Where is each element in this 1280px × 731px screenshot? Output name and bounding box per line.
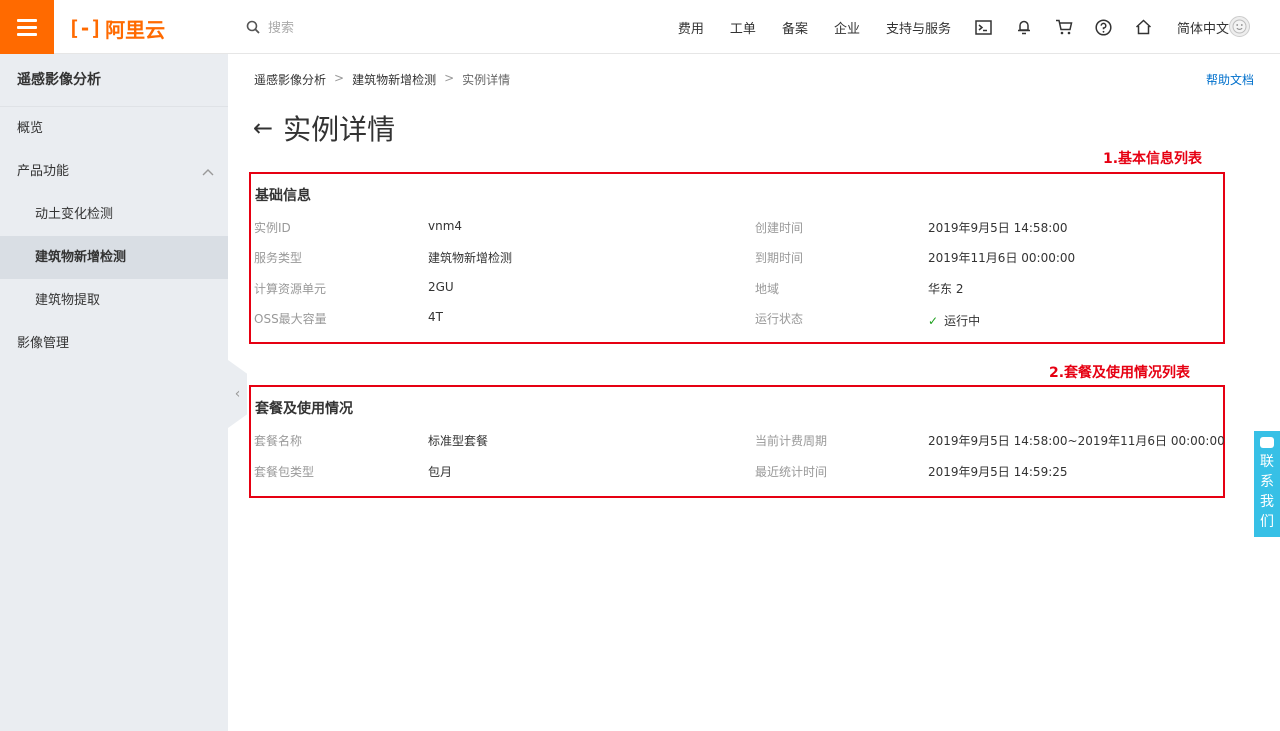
nav-icp[interactable]: 备案 [769,0,821,54]
search-box[interactable]: 搜索 [246,17,294,36]
sidebar-item-label: 建筑物新增检测 [35,250,127,265]
sidebar-item-land-change-detection[interactable]: 动土变化检测 [0,193,228,236]
contact-us-widget[interactable]: 联系我们 [1254,431,1280,537]
package-usage-title: 套餐及使用情况 [255,401,353,417]
compute-unit-key: 计算资源单元 [254,282,327,296]
top-navigation-bar: [-] 阿里云 搜索 费用 工单 备案 企业 支持与服务 简体中文 [0,0,1280,54]
sidebar: 遥感影像分析 概览 产品功能 动土变化检测 建筑物新增检测 建筑物提取 影像管理 [0,54,228,731]
sidebar-item-label: 影像管理 [17,336,70,351]
nav-support[interactable]: 支持与服务 [873,0,964,54]
basic-info-panel: 基础信息 实例ID vnm4 服务类型 建筑物新增检测 计算资源单元 2GU O… [249,172,1225,344]
sidebar-title: 遥感影像分析 [0,54,228,107]
breadcrumb-link-remote-sensing[interactable]: 遥感影像分析 [254,71,326,88]
oss-capacity-key: OSS最大容量 [254,312,327,326]
sidebar-item-label: 建筑物提取 [35,293,101,308]
sidebar-item-label: 产品功能 [17,164,70,179]
sidebar-item-label: 概览 [17,121,44,136]
package-type-value: 包月 [428,465,453,479]
hamburger-menu-icon[interactable] [0,0,54,54]
instance-id-key: 实例ID [254,221,291,235]
annotation-package-label: 2.套餐及使用情况列表 [1049,365,1191,381]
annotation-basic-info-label: 1.基本信息列表 [1103,151,1203,167]
home-icon[interactable] [1124,0,1164,54]
run-status-text: 运行中 [944,314,981,328]
help-docs-link[interactable]: 帮助文档 [1206,71,1254,88]
bell-icon[interactable] [1004,0,1044,54]
compute-unit-value: 2GU [428,280,454,294]
page-title: 实例详情 [283,113,396,146]
run-status-key: 运行状态 [755,312,804,326]
nav-enterprise[interactable]: 企业 [821,0,873,54]
breadcrumb: 遥感影像分析 > 建筑物新增检测 > 实例详情 [254,71,510,88]
nav-billing[interactable]: 费用 [665,0,717,54]
page-header: ← 实例详情 [253,108,395,148]
billing-cycle-value: 2019年9月5日 14:58:00~2019年11月6日 00:00:00 [928,434,1225,448]
breadcrumb-separator-icon: > [444,71,455,85]
oss-capacity-value: 4T [428,310,443,324]
chevron-left-icon: ‹ [234,386,241,402]
check-icon: ✓ [928,314,939,328]
terminal-icon[interactable] [964,0,1004,54]
user-avatar[interactable] [1229,16,1250,37]
created-time-value: 2019年9月5日 14:58:00 [928,221,1068,235]
service-type-key: 服务类型 [254,251,303,265]
region-value: 华东 2 [928,282,964,296]
sidebar-item-label: 动土变化检测 [35,207,114,222]
nav-tickets[interactable]: 工单 [717,0,769,54]
service-type-value: 建筑物新增检测 [428,251,513,265]
created-time-key: 创建时间 [755,221,804,235]
contact-us-text: 联系我们 [1260,454,1274,530]
billing-cycle-key: 当前计费周期 [755,434,828,448]
chat-bubble-icon [1260,437,1274,448]
sidebar-item-building-extraction[interactable]: 建筑物提取 [0,279,228,322]
package-name-key: 套餐名称 [254,434,303,448]
help-circle-icon[interactable] [1084,0,1124,54]
aliyun-logo-mark: [-] [68,16,102,40]
package-type-key: 套餐包类型 [254,465,315,479]
search-icon [246,20,260,34]
sidebar-item-new-building-detection[interactable]: 建筑物新增检测 [0,236,228,279]
region-key: 地域 [755,282,780,296]
chevron-up-icon [202,150,214,193]
last-stat-time-key: 最近统计时间 [755,465,828,479]
breadcrumb-current: 实例详情 [462,73,511,87]
breadcrumb-link-new-building-detection[interactable]: 建筑物新增检测 [352,71,436,88]
sidebar-item-overview[interactable]: 概览 [0,107,228,150]
expire-time-value: 2019年11月6日 00:00:00 [928,251,1076,265]
run-status-value: ✓ 运行中 [928,312,980,329]
sidebar-collapse-handle[interactable]: ‹ [228,360,247,428]
cart-icon[interactable] [1044,0,1084,54]
logo-text: 阿里云 [105,17,166,42]
aliyun-logo[interactable]: [-] 阿里云 [68,15,166,42]
search-placeholder: 搜索 [268,21,295,36]
breadcrumb-separator-icon: > [334,71,345,85]
sidebar-item-product-features[interactable]: 产品功能 [0,150,228,193]
expire-time-key: 到期时间 [755,251,804,265]
last-stat-time-value: 2019年9月5日 14:59:25 [928,465,1068,479]
basic-info-title: 基础信息 [255,188,311,204]
package-name-value: 标准型套餐 [428,434,489,448]
sidebar-item-image-management[interactable]: 影像管理 [0,322,228,365]
top-nav: 费用 工单 备案 企业 支持与服务 简体中文 [665,0,1242,54]
package-usage-panel: 套餐及使用情况 套餐名称 标准型套餐 套餐包类型 包月 当前计费周期 2019年… [249,385,1225,498]
instance-id-value: vnm4 [428,219,463,233]
back-arrow-icon[interactable]: ← [253,114,273,142]
